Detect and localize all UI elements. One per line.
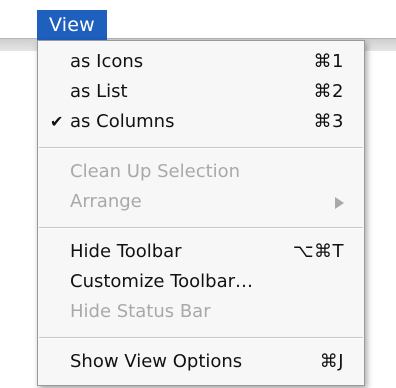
menu-title-view[interactable]: View [37, 10, 107, 40]
menu-item-label: Hide Toolbar [70, 241, 182, 262]
view-menu-dropdown: as Icons ⌘1 as List ⌘2 ✔ as Columns ⌘3 C… [37, 40, 365, 386]
menu-item-label: Show View Options [70, 351, 243, 372]
menu-separator [39, 337, 363, 339]
menu-item-shortcut: ⌘3 [313, 111, 344, 132]
menu-item-show-view-options[interactable]: Show View Options ⌘J [38, 347, 364, 377]
menu-item-hide-status-bar: Hide Status Bar [38, 297, 364, 327]
menu-item-label: Arrange [70, 191, 142, 212]
menu-item-label: Hide Status Bar [70, 301, 211, 322]
menu-item-shortcut: ⌘2 [313, 81, 344, 102]
menu-item-label: as List [70, 81, 128, 102]
menu-item-as-columns[interactable]: ✔ as Columns ⌘3 [38, 107, 364, 137]
menu-item-as-list[interactable]: as List ⌘2 [38, 77, 364, 107]
checkmark-icon: ✔ [50, 112, 64, 131]
menu-separator [39, 147, 363, 149]
menu-item-shortcut: ⌥⌘T [292, 241, 344, 262]
menu-item-as-icons[interactable]: as Icons ⌘1 [38, 47, 364, 77]
menu-item-label: as Icons [70, 51, 144, 72]
menu-item-clean-up-selection: Clean Up Selection [38, 157, 364, 187]
menu-item-label: Customize Toolbar… [70, 271, 254, 292]
menu-item-label: Clean Up Selection [70, 161, 241, 182]
menu-item-hide-toolbar[interactable]: Hide Toolbar ⌥⌘T [38, 237, 364, 267]
screen: View as Icons ⌘1 as List ⌘2 ✔ as Columns… [0, 0, 396, 388]
chevron-right-icon [335, 197, 344, 209]
menu-item-shortcut: ⌘J [319, 351, 344, 372]
menu-item-arrange: Arrange [38, 187, 364, 217]
menu-item-shortcut: ⌘1 [313, 51, 344, 72]
menu-item-customize-toolbar[interactable]: Customize Toolbar… [38, 267, 364, 297]
menu-separator [39, 227, 363, 229]
menu-item-label: as Columns [70, 111, 175, 132]
